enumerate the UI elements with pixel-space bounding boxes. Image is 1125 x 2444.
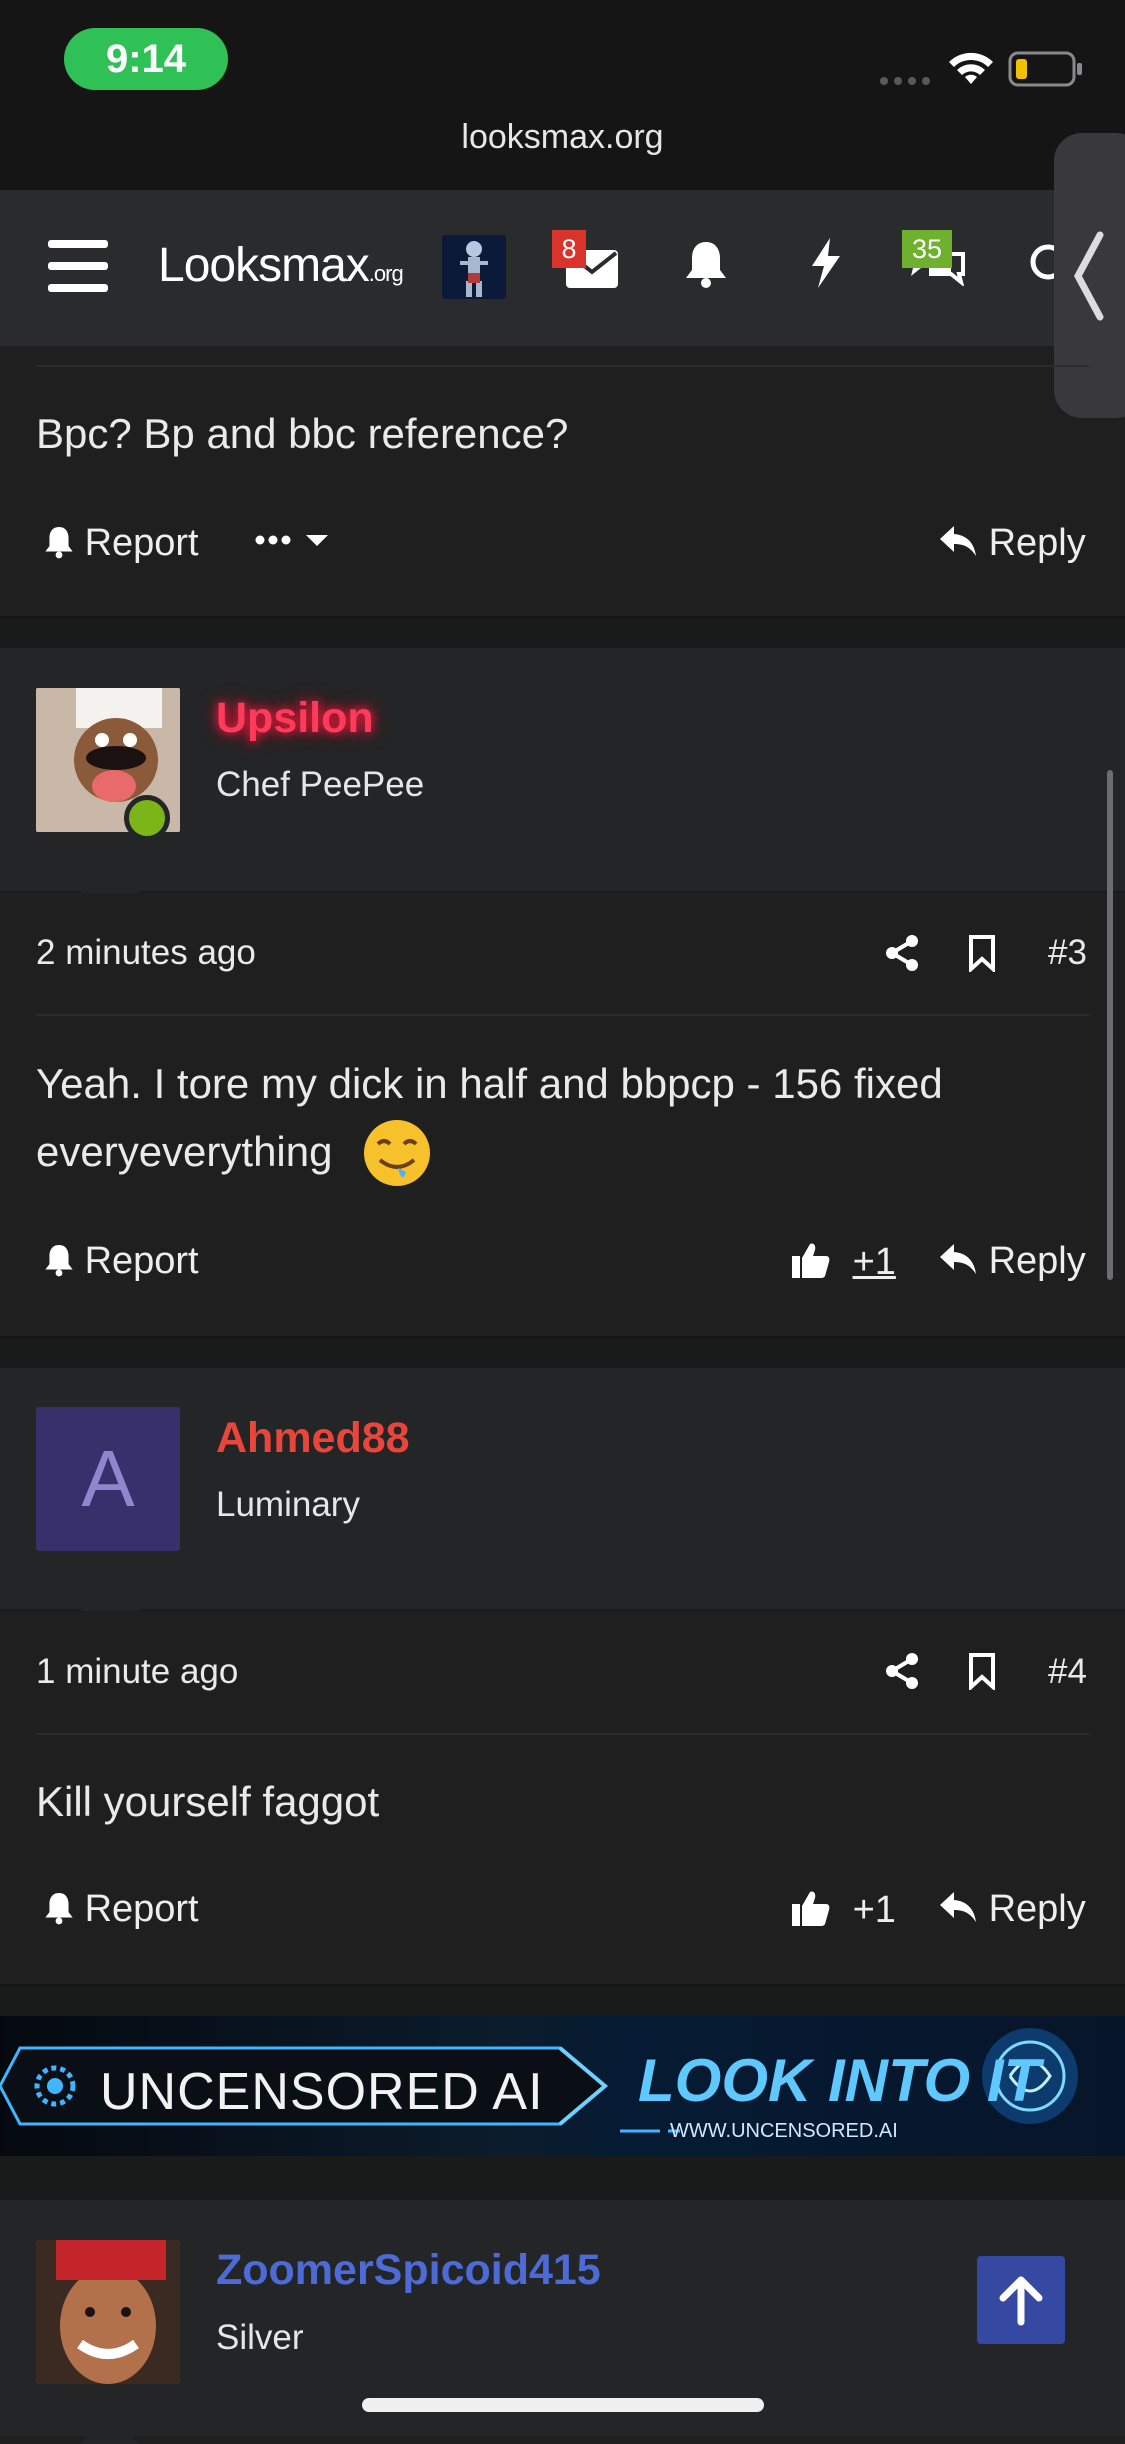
bell-icon[interactable] — [684, 240, 728, 288]
scroll-to-top-button[interactable] — [977, 2256, 1065, 2344]
reply-icon — [940, 1892, 976, 1922]
post-number[interactable]: #3 — [1048, 933, 1087, 973]
report-bell-icon — [45, 1245, 73, 1277]
signal-icon — [878, 74, 934, 92]
post-body: Bpc? Bp and bbc reference? — [36, 410, 569, 457]
arrow-up-icon — [999, 2276, 1043, 2326]
more-icon — [255, 535, 291, 545]
home-indicator[interactable] — [362, 2398, 764, 2412]
scrollbar[interactable] — [1107, 770, 1113, 1280]
user-title: Chef PeePee — [216, 765, 425, 804]
user-title: Luminary — [216, 1485, 360, 1524]
reply-button[interactable]: Reply — [938, 522, 1086, 565]
avatar[interactable]: A — [36, 1407, 180, 1551]
inbox-badge: 8 — [552, 230, 586, 268]
post-time[interactable]: 1 minute ago — [36, 1652, 238, 1692]
conversations-badge: 35 — [902, 230, 952, 268]
divider — [36, 365, 1089, 367]
divider — [36, 1014, 1089, 1016]
thumbs-up-icon — [792, 1243, 830, 1278]
username[interactable]: ZoomerSpicoid415 — [216, 2246, 601, 2295]
status-time: 9:14 — [64, 28, 228, 90]
reply-button[interactable]: Reply — [938, 1888, 1086, 1931]
wifi-icon — [946, 48, 996, 93]
post-body: Kill yourself faggot — [36, 1778, 380, 1825]
user-title: Silver — [216, 2318, 304, 2357]
menu-icon[interactable] — [48, 240, 108, 292]
username[interactable]: Ahmed88 — [216, 1414, 410, 1463]
bookmark-icon[interactable] — [968, 934, 996, 972]
ad-url-text: WWW.UNCENSORED.AI — [670, 2120, 898, 2142]
like-count[interactable]: +1 — [853, 1241, 896, 1283]
drooling-emoji-icon — [364, 1120, 430, 1186]
user-avatar[interactable] — [442, 235, 506, 299]
ad-right-text: LOOK INTO IT — [638, 2047, 1041, 2114]
lightning-icon[interactable] — [810, 238, 842, 288]
report-button[interactable]: Report — [44, 522, 199, 565]
username[interactable]: Upsilon — [216, 694, 374, 743]
post-body-line: Yeah. I tore my dick in half and bbpcp -… — [36, 1060, 943, 1107]
chevron-left-icon — [1074, 231, 1104, 321]
side-drawer-tab[interactable] — [1054, 133, 1125, 418]
avatar[interactable] — [36, 2240, 180, 2384]
post-time[interactable]: 2 minutes ago — [36, 933, 256, 973]
divider — [36, 1733, 1089, 1735]
battery-icon — [1008, 50, 1084, 93]
share-icon[interactable] — [884, 1652, 920, 1690]
report-button[interactable]: Report — [44, 1240, 199, 1283]
post-body-line: everyeverything — [36, 1128, 333, 1175]
report-bell-icon — [45, 1893, 73, 1925]
more-options-button[interactable] — [254, 532, 330, 553]
reply-button[interactable]: Reply — [938, 1240, 1086, 1283]
reply-icon — [940, 526, 976, 556]
post-number[interactable]: #4 — [1048, 1652, 1087, 1692]
site-logo[interactable]: Looksmax.org — [158, 238, 404, 293]
share-icon[interactable] — [884, 934, 920, 972]
ad-banner[interactable]: UNCENSORED AI LOOK INTO IT WWW.UNCENSORE… — [0, 2016, 1125, 2156]
url-bar[interactable]: looksmax.org — [0, 118, 1125, 157]
thumbs-up-icon — [792, 1891, 830, 1926]
ad-left-text: UNCENSORED AI — [100, 2063, 544, 2121]
search-icon[interactable] — [1026, 242, 1056, 286]
bookmark-icon[interactable] — [968, 1652, 996, 1690]
like-count[interactable]: +1 — [853, 1889, 896, 1931]
caret-down-icon — [306, 535, 329, 546]
report-bell-icon — [45, 527, 73, 559]
like-button[interactable]: +1 — [790, 1888, 896, 1932]
like-button[interactable]: +1 — [790, 1240, 896, 1284]
reply-icon — [940, 1244, 976, 1274]
online-status-dot — [124, 795, 170, 841]
report-button[interactable]: Report — [44, 1888, 199, 1931]
